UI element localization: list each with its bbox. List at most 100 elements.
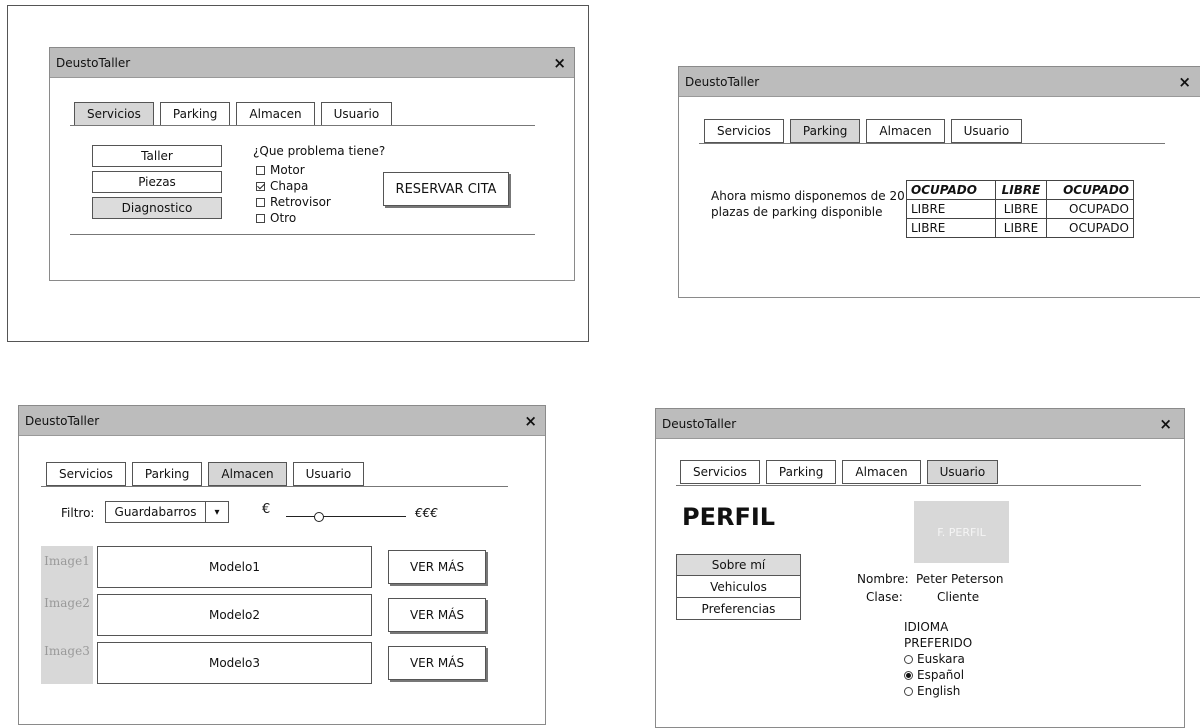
reserve-appointment-button[interactable]: RESERVAR CITA	[383, 172, 509, 206]
tab-usuario[interactable]: Usuario	[320, 102, 393, 126]
window-title: DeustoTaller	[25, 413, 100, 428]
checkbox-chapa[interactable]: Chapa	[256, 178, 331, 194]
language-title: IDIOMA	[904, 620, 949, 634]
language-section: IDIOMA PREFERIDO Euskara Español English	[904, 619, 972, 699]
table-row: LIBRE LIBRE OCUPADO	[906, 218, 1134, 238]
checkbox-retrovisor[interactable]: Retrovisor	[256, 194, 331, 210]
tab-parking[interactable]: Parking	[131, 462, 203, 486]
menu-vehicles[interactable]: Vehiculos	[676, 576, 801, 598]
close-icon[interactable]: ×	[524, 412, 539, 430]
parking-info: Ahora mismo disponemos de 20 plazas de p…	[711, 188, 905, 220]
filter-label: Filtro:	[61, 506, 95, 520]
product-model-1: Modelo1	[97, 546, 372, 588]
price-max-label: €€€	[415, 506, 438, 520]
checkbox-label: Otro	[270, 211, 297, 225]
window-usuario: DeustoTaller × Servicios Parking Almacen…	[655, 408, 1185, 728]
checkbox-icon	[256, 165, 265, 175]
window-almacen: DeustoTaller × Servicios Parking Almacen…	[18, 405, 546, 725]
table-cell: LIBRE	[906, 199, 996, 219]
checkbox-otro[interactable]: Otro	[256, 210, 331, 226]
close-icon[interactable]: ×	[1178, 73, 1193, 91]
language-title: PREFERIDO	[904, 636, 973, 650]
titlebar: DeustoTaller ×	[656, 409, 1184, 439]
tab-almacen[interactable]: Almacen	[866, 119, 945, 143]
radio-english[interactable]: English	[904, 683, 972, 699]
close-icon[interactable]: ×	[553, 54, 568, 72]
view-more-button-1[interactable]: VER MÁS	[388, 550, 486, 584]
menu-about-me[interactable]: Sobre mí	[676, 554, 801, 576]
price-min-label: €	[262, 502, 271, 517]
tab-usuario[interactable]: Usuario	[292, 462, 365, 486]
table-row: LIBRE LIBRE OCUPADO	[906, 199, 1134, 219]
profile-photo: F. PERFIL	[914, 501, 1009, 563]
titlebar: DeustoTaller ×	[19, 406, 545, 436]
radio-icon	[904, 654, 913, 664]
table-cell: LIBRE	[995, 199, 1047, 219]
filter-dropdown[interactable]: Guardabarros ▾	[105, 501, 229, 523]
tab-almacen[interactable]: Almacen	[842, 460, 921, 484]
table-cell: LIBRE	[995, 180, 1047, 200]
checkbox-label: Retrovisor	[270, 195, 331, 209]
content-divider	[70, 234, 535, 235]
chevron-down-icon: ▾	[214, 506, 220, 518]
product-image-3: Image3	[41, 636, 93, 684]
tab-parking[interactable]: Parking	[765, 460, 837, 484]
tab-servicios[interactable]: Servicios	[46, 462, 126, 486]
problem-options: Motor Chapa Retrovisor Otro	[256, 162, 331, 226]
table-cell: OCUPADO	[1046, 199, 1134, 219]
tab-divider	[41, 486, 508, 487]
profile-heading: PERFIL	[682, 503, 776, 531]
checkbox-label: Motor	[270, 163, 305, 177]
close-icon[interactable]: ×	[1159, 415, 1174, 433]
filter-value: Guardabarros	[106, 502, 206, 522]
content-divider	[699, 297, 1165, 298]
class-label: Clase:	[866, 590, 903, 604]
table-cell: LIBRE	[995, 218, 1047, 238]
window-title: DeustoTaller	[56, 55, 131, 70]
view-more-button-2[interactable]: VER MÁS	[388, 598, 486, 632]
radio-label: English	[917, 684, 961, 698]
name-value: Peter Peterson	[916, 572, 1004, 586]
parking-table: OCUPADO LIBRE OCUPADO LIBRE LIBRE OCUPAD…	[906, 180, 1134, 238]
menu-preferences[interactable]: Preferencias	[676, 598, 801, 620]
name-label: Nombre:	[857, 572, 909, 586]
tab-almacen[interactable]: Almacen	[236, 102, 315, 126]
tab-usuario[interactable]: Usuario	[926, 460, 999, 484]
tab-almacen[interactable]: Almacen	[208, 462, 287, 486]
view-more-button-3[interactable]: VER MÁS	[388, 646, 486, 680]
tab-usuario[interactable]: Usuario	[950, 119, 1023, 143]
window-title: DeustoTaller	[685, 74, 760, 89]
tab-servicios[interactable]: Servicios	[704, 119, 784, 143]
checkbox-icon	[256, 197, 265, 207]
slider-thumb[interactable]	[313, 512, 324, 522]
table-cell: OCUPADO	[1046, 218, 1134, 238]
radio-espanol[interactable]: Español	[904, 667, 972, 683]
radio-selected-icon	[904, 670, 913, 680]
problem-question: ¿Que problema tiene?	[253, 144, 386, 158]
tab-servicios[interactable]: Servicios	[680, 460, 760, 484]
menu-taller-button[interactable]: Taller	[92, 145, 222, 167]
titlebar: DeustoTaller ×	[679, 67, 1200, 97]
menu-piezas-button[interactable]: Piezas	[92, 171, 222, 193]
menu-diagnostico-button[interactable]: Diagnostico	[92, 197, 222, 219]
class-value: Cliente	[937, 590, 980, 604]
price-slider[interactable]	[286, 511, 406, 523]
parking-info-line1: Ahora mismo disponemos de 20	[711, 189, 905, 203]
table-cell: LIBRE	[906, 218, 996, 238]
radio-euskara[interactable]: Euskara	[904, 651, 972, 667]
window-servicios: DeustoTaller × Servicios Parking Almacen…	[49, 47, 575, 281]
tab-parking[interactable]: Parking	[789, 119, 861, 143]
radio-label: Euskara	[917, 652, 965, 666]
profile-menu: Sobre mí Vehiculos Preferencias	[676, 554, 801, 620]
product-model-2: Modelo2	[97, 594, 372, 636]
titlebar: DeustoTaller ×	[50, 48, 574, 78]
radio-icon	[904, 686, 913, 696]
tab-parking[interactable]: Parking	[159, 102, 231, 126]
checkbox-motor[interactable]: Motor	[256, 162, 331, 178]
checkbox-icon	[256, 213, 265, 223]
product-image-2: Image2	[41, 588, 93, 638]
parking-info-line2: plazas de parking disponible	[711, 205, 883, 219]
product-image-1: Image1	[41, 546, 93, 590]
window-parking: DeustoTaller × Servicios Parking Almacen…	[678, 66, 1200, 298]
tab-servicios[interactable]: Servicios	[74, 102, 154, 126]
